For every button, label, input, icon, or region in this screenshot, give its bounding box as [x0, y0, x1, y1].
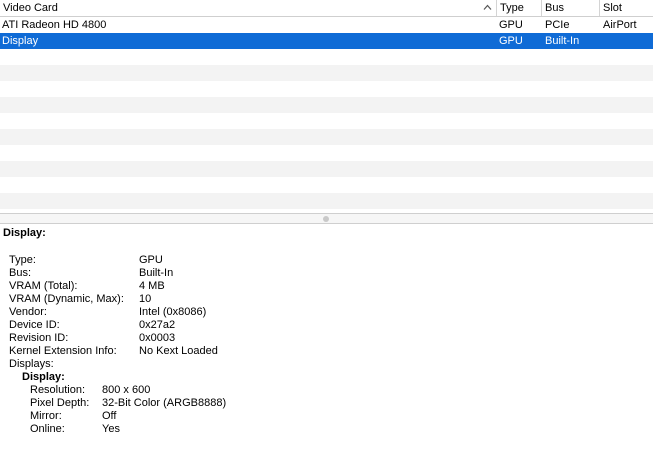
field-key: VRAM (Total): — [9, 280, 78, 292]
field-value: 10 — [139, 293, 152, 305]
empty-row — [0, 145, 653, 161]
field-value: Built-In — [139, 267, 174, 279]
system-info-graphics-view: Video Card Type Bus Slot ATI Radeon HD 4… — [0, 0, 653, 450]
field-key: Online: — [30, 423, 65, 435]
field-value: 0x0003 — [139, 332, 176, 344]
display-field: Mirror: Off — [30, 410, 116, 423]
detail-field: Device ID: 0x27a2 — [9, 319, 175, 332]
column-header-bus[interactable]: Bus — [541, 0, 599, 16]
detail-field: VRAM (Dynamic, Max): 10 — [9, 293, 151, 306]
table-row[interactable]: ATI Radeon HD 4800 GPU PCIe AirPort — [0, 17, 653, 33]
table-body: ATI Radeon HD 4800 GPU PCIe AirPort Disp… — [0, 17, 653, 213]
empty-row — [0, 177, 653, 193]
field-value: 0x27a2 — [139, 319, 176, 331]
field-key: VRAM (Dynamic, Max): — [9, 293, 124, 305]
table-row-selected[interactable]: Display GPU Built-In — [0, 33, 653, 49]
empty-row — [0, 193, 653, 209]
detail-field: Bus: Built-In — [9, 267, 173, 280]
field-value: Yes — [102, 423, 120, 435]
cell-type: GPU — [499, 19, 523, 31]
display-field: Pixel Depth: 32-Bit Color (ARGB8888) — [30, 397, 226, 410]
cell-slot: AirPort — [603, 19, 637, 31]
detail-field: Vendor: Intel (0x8086) — [9, 306, 206, 319]
field-value: 800 x 600 — [102, 384, 151, 396]
field-key: Vendor: — [9, 306, 47, 318]
detail-title: Display: — [3, 227, 46, 239]
field-key: Kernel Extension Info: — [9, 345, 117, 357]
cell-bus: PCIe — [545, 19, 570, 31]
pane-splitter[interactable] — [0, 213, 653, 224]
empty-row — [0, 113, 653, 129]
empty-row — [0, 65, 653, 81]
column-header-label: Type — [500, 2, 524, 14]
table-header: Video Card Type Bus Slot — [0, 0, 653, 17]
column-header-slot[interactable]: Slot — [599, 0, 653, 16]
detail-field: VRAM (Total): 4 MB — [9, 280, 165, 293]
splitter-handle-icon[interactable] — [323, 216, 329, 222]
field-key: Revision ID: — [9, 332, 69, 344]
video-card-table: Video Card Type Bus Slot ATI Radeon HD 4… — [0, 0, 653, 213]
field-key: Device ID: — [9, 319, 60, 331]
detail-field: Revision ID: 0x0003 — [9, 332, 175, 345]
display-field: Online: Yes — [30, 423, 120, 436]
empty-row — [0, 49, 653, 65]
empty-row — [0, 81, 653, 97]
display-field: Resolution: 800 x 600 — [30, 384, 150, 397]
cell-name: Display — [2, 35, 39, 47]
field-key: Resolution: — [30, 384, 86, 396]
column-header-type[interactable]: Type — [496, 0, 541, 16]
empty-row — [0, 161, 653, 177]
column-header-video-card[interactable]: Video Card — [0, 0, 496, 16]
empty-row — [0, 97, 653, 113]
column-header-label: Slot — [603, 2, 622, 14]
field-value: No Kext Loaded — [139, 345, 218, 357]
detail-field: Kernel Extension Info: No Kext Loaded — [9, 345, 218, 358]
field-key: Bus: — [9, 267, 32, 279]
field-key: Mirror: — [30, 410, 62, 422]
field-value: 4 MB — [139, 280, 165, 292]
column-header-label: Bus — [545, 2, 564, 14]
empty-row — [0, 129, 653, 145]
cell-slot — [600, 33, 653, 49]
field-value: Intel (0x8086) — [139, 306, 207, 318]
display-name: Display: — [22, 371, 65, 383]
detail-field: Type: GPU — [9, 254, 163, 267]
chevron-up-icon[interactable] — [483, 3, 492, 12]
field-value: GPU — [139, 254, 163, 266]
cell-name: ATI Radeon HD 4800 — [2, 19, 107, 31]
displays-label: Displays: — [9, 358, 54, 370]
field-key: Pixel Depth: — [30, 397, 90, 409]
column-header-label: Video Card — [3, 2, 58, 14]
cell-type: GPU — [499, 35, 523, 47]
cell-bus: Built-In — [545, 35, 580, 47]
field-value: Off — [102, 410, 117, 422]
field-key: Type: — [9, 254, 36, 266]
detail-pane: Display: Type: GPU Bus: Built-In VRAM (Tot… — [0, 224, 653, 450]
field-value: 32-Bit Color (ARGB8888) — [102, 397, 227, 409]
